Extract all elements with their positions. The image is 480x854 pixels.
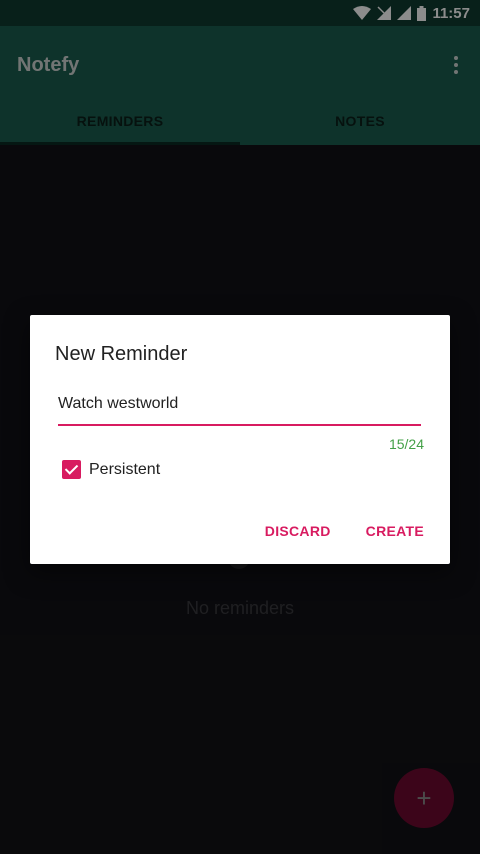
add-icon: + <box>416 782 432 813</box>
wifi-icon <box>353 6 372 20</box>
new-reminder-dialog: New Reminder 15/24 Persistent DISCARD CR… <box>30 315 450 564</box>
persistent-checkbox-row[interactable]: Persistent <box>62 460 160 479</box>
add-button[interactable]: + <box>394 768 454 828</box>
input-underline <box>58 424 421 426</box>
overflow-menu-icon[interactable] <box>444 52 468 78</box>
signal-off-icon <box>377 6 392 20</box>
persistent-checkbox[interactable] <box>62 460 81 479</box>
dialog-actions: DISCARD CREATE <box>265 523 424 539</box>
create-button[interactable]: CREATE <box>366 523 424 539</box>
status-bar: 11:57 <box>0 0 480 26</box>
status-icons <box>353 5 427 21</box>
signal-icon <box>397 6 412 20</box>
app-bar: Notefy REMINDERS NOTES <box>0 26 480 145</box>
discard-button[interactable]: DISCARD <box>265 523 331 539</box>
dialog-title: New Reminder <box>55 343 188 365</box>
tab-notes[interactable]: NOTES <box>240 96 480 145</box>
persistent-label: Persistent <box>89 460 161 478</box>
reminder-text-input[interactable] <box>58 393 420 415</box>
tab-reminders[interactable]: REMINDERS <box>0 96 240 145</box>
empty-state-text: No reminders <box>185 598 295 618</box>
battery-icon <box>417 5 427 21</box>
character-counter: 15/24 <box>388 436 424 452</box>
status-time: 11:57 <box>432 4 470 22</box>
tab-bar: REMINDERS NOTES <box>0 96 480 145</box>
app-title: Notefy <box>17 54 80 76</box>
